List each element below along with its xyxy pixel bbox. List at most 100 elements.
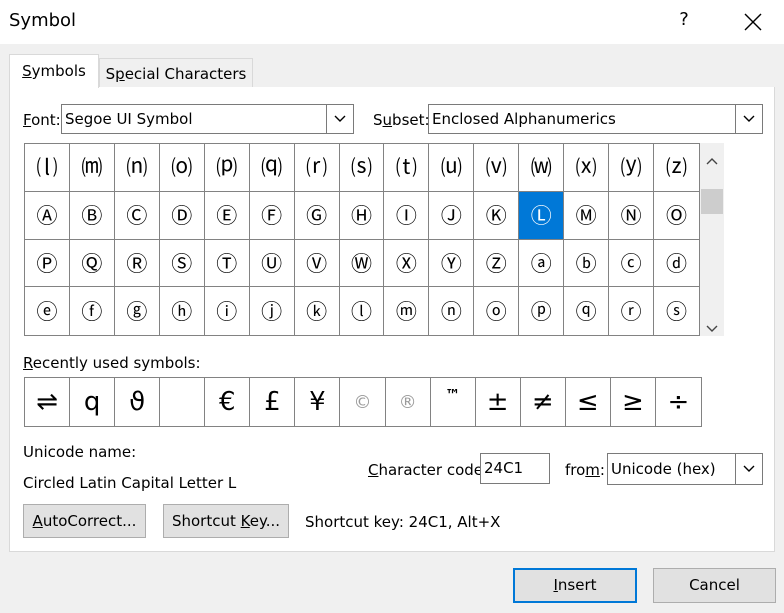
recent-symbol-cell[interactable]: ≥ [611, 378, 656, 426]
recent-symbol-cell[interactable]: ≠ [521, 378, 566, 426]
chevron-down-icon [706, 325, 718, 332]
symbol-cell[interactable]: ⒲ [519, 144, 565, 192]
symbol-cell[interactable]: ⒩ [114, 144, 160, 192]
symbol-cell[interactable]: ⓞ [474, 287, 520, 335]
symbol-cell[interactable]: ⓑ [564, 239, 610, 288]
symbol-cell[interactable]: Ⓙ [429, 191, 475, 240]
symbol-cell[interactable]: Ⓓ [159, 191, 205, 240]
recent-symbol-cell[interactable]: ≤ [566, 378, 611, 426]
symbol-cell[interactable]: Ⓖ [294, 191, 340, 240]
symbol-cell[interactable]: ⓕ [70, 287, 115, 335]
symbol-cell[interactable]: Ⓝ [609, 191, 655, 240]
font-dropdown-button[interactable] [326, 105, 353, 133]
from-dropdown-button[interactable] [735, 454, 762, 484]
symbol-cell[interactable]: ⒧ [25, 144, 70, 192]
character-code-input[interactable]: 24C1 [480, 453, 550, 484]
symbol-cell[interactable]: Ⓧ [384, 239, 430, 288]
symbol-cell[interactable]: Ⓐ [25, 191, 70, 240]
symbol-cell[interactable]: Ⓦ [339, 239, 385, 288]
scroll-down-button[interactable] [705, 319, 719, 338]
symbol-cell[interactable]: ⓖ [115, 287, 160, 335]
recent-symbol-cell[interactable]: ™ [431, 378, 476, 426]
symbol-cell[interactable]: ⓚ [295, 287, 340, 335]
symbol-cell-selected[interactable]: Ⓛ [519, 191, 565, 240]
symbol-cell[interactable]: ⓜ [384, 287, 430, 335]
symbol-cell[interactable]: Ⓑ [69, 191, 115, 240]
chevron-down-icon [743, 465, 755, 472]
symbol-cell[interactable]: ⒵ [654, 144, 699, 192]
symbol-cell[interactable]: ⓡ [609, 287, 655, 335]
symbol-cell[interactable]: ⒳ [564, 144, 610, 192]
symbol-cell[interactable]: Ⓠ [69, 239, 115, 288]
tab-special-characters[interactable]: Special Characters [99, 58, 253, 88]
symbol-cell[interactable]: ⓠ [564, 287, 610, 335]
symbol-cell[interactable]: Ⓥ [294, 239, 340, 288]
recent-symbol-cell[interactable]: ⇌ [25, 378, 71, 426]
symbol-cell[interactable]: ⓟ [519, 287, 565, 335]
symbol-cell[interactable]: Ⓞ [654, 192, 699, 240]
insert-button[interactable]: Insert [513, 568, 637, 603]
symbol-cell[interactable]: ⒯ [384, 144, 430, 192]
symbol-cell[interactable]: ⒨ [69, 144, 115, 192]
symbol-cell[interactable]: ⓘ [205, 287, 250, 335]
close-icon [744, 13, 762, 31]
symbol-cell[interactable]: ⓙ [250, 287, 295, 335]
symbol-grid[interactable]: ⒧ ⒨ ⒩ ⒪ ⒫ ⒬ ⒭ ⒮ ⒯ ⒰ ⒱ ⒲ ⒳ ⒴ ⒵ Ⓐ Ⓑ Ⓒ Ⓓ Ⓔ Ⓕ Ⓖ Ⓗ Ⓘ Ⓙ Ⓚ Ⓛ Ⓜ Ⓝ Ⓞ Ⓟ Ⓠ Ⓡ Ⓢ Ⓣ Ⓤ Ⓥ Ⓦ Ⓧ Ⓨ… [24, 143, 700, 336]
symbol-cell[interactable]: ⒭ [294, 144, 340, 192]
recent-symbol-cell[interactable]: ¥ [295, 378, 341, 426]
symbol-cell[interactable]: ⓒ [609, 239, 655, 288]
shortcut-key-button[interactable]: Shortcut Key... [163, 504, 289, 538]
symbol-cell[interactable]: ⓓ [654, 240, 699, 288]
scroll-up-button[interactable] [705, 151, 719, 170]
symbol-cell[interactable]: ⓗ [160, 287, 205, 335]
symbol-cell[interactable]: Ⓡ [114, 239, 160, 288]
symbol-cell[interactable]: ⓔ [25, 287, 70, 335]
tab-symbols[interactable]: Symbols [9, 54, 99, 88]
symbol-cell[interactable]: ⒰ [429, 144, 475, 192]
recent-symbol-cell[interactable]: ÷ [656, 378, 701, 426]
recent-symbols-grid[interactable]: ⇌ q ϑ € £ ¥ © ® ™ ± ≠ ≤ ≥ ÷ [24, 377, 702, 427]
subset-label: Subset: [373, 111, 430, 129]
symbol-cell[interactable]: Ⓢ [159, 239, 205, 288]
symbol-cell[interactable]: ⒫ [204, 144, 250, 192]
recent-symbol-cell[interactable]: ϑ [115, 378, 161, 426]
recent-symbol-cell[interactable]: q [70, 378, 116, 426]
symbol-cell[interactable]: Ⓔ [204, 191, 250, 240]
close-button[interactable] [742, 8, 764, 34]
symbol-cell[interactable]: Ⓒ [114, 191, 160, 240]
recent-symbol-cell[interactable]: © [340, 378, 386, 426]
symbol-cell[interactable]: Ⓩ [474, 239, 520, 288]
symbol-cell[interactable]: ⒴ [609, 144, 655, 192]
symbol-cell[interactable]: ⓢ [654, 287, 699, 335]
help-button[interactable]: ? [676, 9, 692, 30]
symbol-grid-scrollbar[interactable] [700, 143, 724, 336]
symbol-cell[interactable]: Ⓚ [474, 191, 520, 240]
symbol-cell[interactable]: ⓛ [340, 287, 385, 335]
symbol-cell[interactable]: Ⓤ [249, 239, 295, 288]
subset-dropdown-button[interactable] [735, 105, 762, 133]
cancel-button[interactable]: Cancel [653, 568, 776, 603]
recent-symbol-cell[interactable]: ± [476, 378, 521, 426]
symbol-cell[interactable]: Ⓘ [384, 191, 430, 240]
recent-symbol-cell[interactable]: € [205, 378, 251, 426]
symbol-cell[interactable]: Ⓗ [339, 191, 385, 240]
symbol-cell[interactable]: Ⓜ [564, 191, 610, 240]
symbol-cell[interactable]: ⒮ [339, 144, 385, 192]
symbol-cell[interactable]: ⓐ [519, 239, 565, 288]
symbol-cell[interactable]: ⒪ [159, 144, 205, 192]
recent-symbol-cell[interactable] [160, 378, 206, 426]
symbol-cell[interactable]: ⓝ [429, 287, 475, 335]
autocorrect-button[interactable]: AutoCorrect... [23, 504, 146, 538]
symbol-cell[interactable]: Ⓨ [429, 239, 475, 288]
subset-select[interactable]: Enclosed Alphanumerics [428, 104, 763, 134]
font-select[interactable]: Segoe UI Symbol [61, 104, 354, 134]
symbol-cell[interactable]: Ⓟ [25, 239, 70, 288]
symbol-cell[interactable]: Ⓕ [249, 191, 295, 240]
symbol-cell[interactable]: ⒱ [474, 144, 520, 192]
symbol-cell[interactable]: ⒬ [249, 144, 295, 192]
from-select[interactable]: Unicode (hex) [607, 453, 763, 485]
recent-symbol-cell[interactable]: ® [386, 378, 431, 426]
recent-symbol-cell[interactable]: £ [250, 378, 296, 426]
scroll-thumb[interactable] [701, 189, 723, 214]
symbol-cell[interactable]: Ⓣ [204, 239, 250, 288]
